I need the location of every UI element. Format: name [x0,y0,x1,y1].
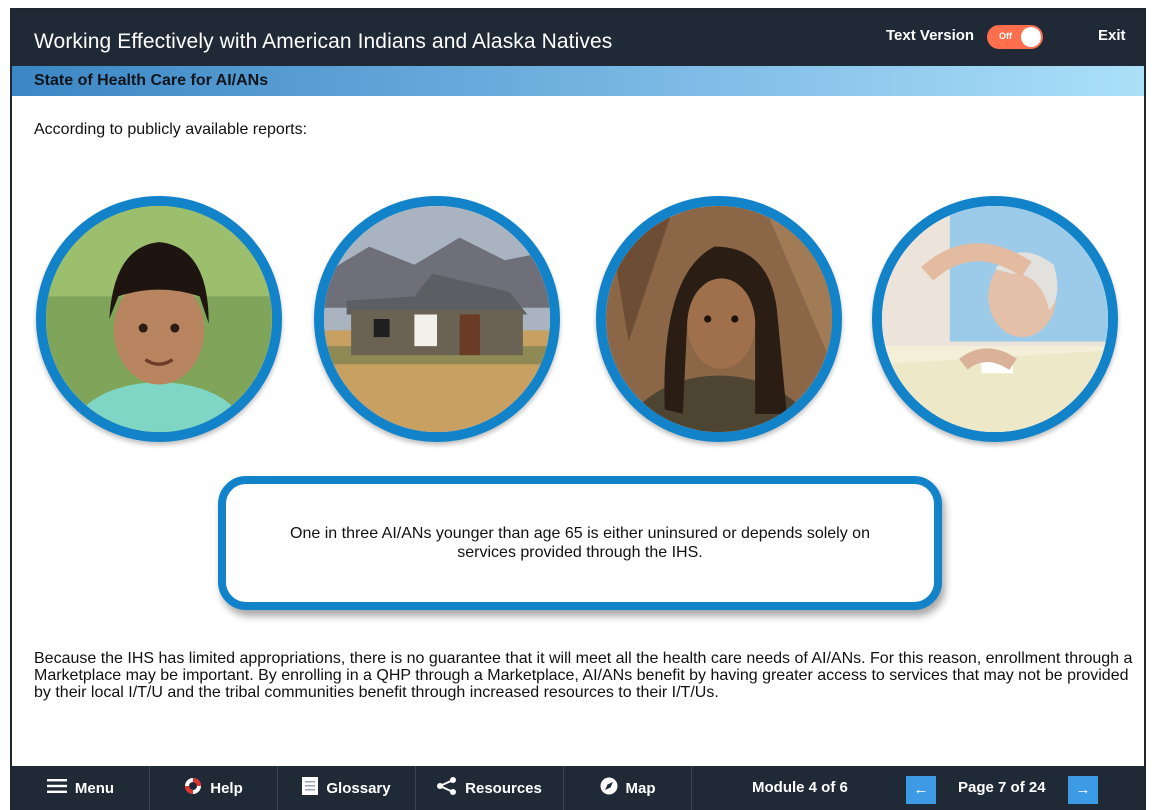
resources-label: Resources [465,779,542,797]
map-label: Map [625,779,656,797]
menu-label: Menu [74,779,115,797]
section-header: State of Health Care for AI/ANs [12,66,1144,96]
help-label: Help [210,779,243,797]
statistic-callout: One in three AI/ANs younger than age 65 … [218,476,942,610]
resources-button[interactable]: Resources [416,766,564,810]
arrow-right-icon: → [1075,781,1091,798]
intro-text: According to publicly available reports: [34,121,308,138]
next-page-button[interactable]: → [1068,776,1098,804]
rural-house-image [314,196,560,442]
elderly-woman-image [872,196,1118,442]
map-button[interactable]: Map [564,766,692,810]
lifebuoy-icon [184,777,202,799]
previous-page-button[interactable]: ← [906,776,936,804]
exit-button[interactable]: Exit [1098,27,1126,44]
callout-text: One in three AI/ANs younger than age 65 … [290,525,870,561]
course-window: Working Effectively with American Indian… [10,8,1146,810]
text-version-toggle[interactable]: Off [987,25,1043,49]
glossary-label: Glossary [326,779,391,797]
glossary-button[interactable]: Glossary [278,766,416,810]
top-bar: Working Effectively with American Indian… [12,10,1144,66]
bottom-nav-bar: Menu Help Glossary Resources Map Module … [12,766,1144,810]
menu-button[interactable]: Menu [12,766,150,810]
arrow-left-icon: ← [913,781,929,798]
toggle-state-label: Off [999,31,1012,41]
hamburger-icon [46,779,67,797]
page-indicator: Page 7 of 24 [958,779,1046,796]
course-title: Working Effectively with American Indian… [34,30,613,53]
book-icon [302,777,319,799]
young-man-portrait-image [596,196,842,442]
child-portrait-image [36,196,282,442]
text-version-label: Text Version [886,27,975,44]
body-paragraph: Because the IHS has limited appropriatio… [34,650,1133,701]
help-button[interactable]: Help [150,766,278,810]
module-indicator: Module 4 of 6 [752,779,848,796]
share-icon [437,777,457,799]
toggle-knob [1021,27,1041,47]
page-title: State of Health Care for AI/ANs [34,72,269,89]
compass-icon [600,777,618,799]
